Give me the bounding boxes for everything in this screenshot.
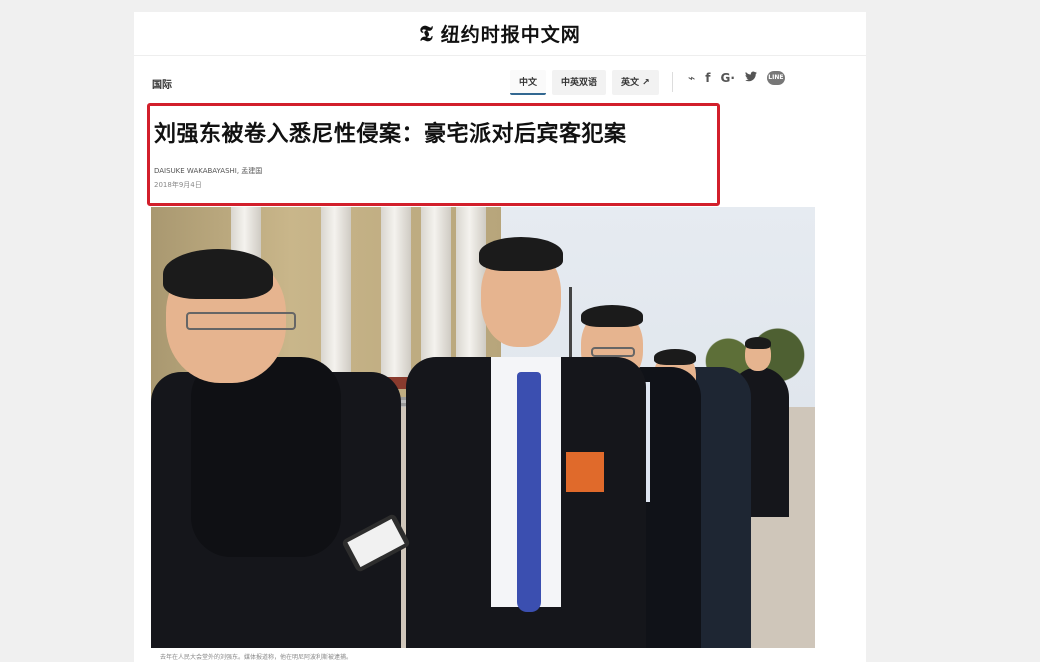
photo-column [421, 207, 451, 382]
photo-caption: 去年在人民大会堂外的刘强东。媒体报道称，他在明尼阿波利斯被逮捕。 [160, 654, 353, 661]
article-headline: 刘强东被卷入悉尼性侵案：豪宅派对后宾客犯案 [154, 122, 627, 147]
section-link[interactable]: 国际 [152, 76, 172, 91]
article-dateline: 2018年9月4日 [154, 181, 202, 189]
facebook-icon[interactable]: f [705, 71, 710, 85]
site-name[interactable]: 纽约时报中文网 [441, 20, 581, 47]
twitter-icon[interactable] [744, 71, 757, 85]
toolbar-divider [672, 72, 673, 92]
photo-column [321, 207, 351, 382]
language-tabs: 中文 中英双语 英文 ↗ [510, 70, 659, 95]
article-toolbar: 国际 中文 中英双语 英文 ↗ ⌁ f G· LINE [134, 68, 866, 98]
google-plus-icon[interactable]: G· [720, 71, 734, 85]
article-photo [151, 207, 815, 648]
tab-bilingual[interactable]: 中英双语 [552, 70, 607, 95]
article-byline[interactable]: DAISUKE WAKABAYASHI, 孟建国 [154, 166, 262, 176]
weibo-icon[interactable]: ⌁ [688, 71, 695, 85]
masthead: 𝕿 纽约时报中文网 [134, 12, 866, 56]
line-icon[interactable]: LINE [766, 71, 785, 85]
photo-lamppost [569, 287, 572, 367]
share-icons: ⌁ f G· LINE [688, 71, 785, 85]
photo-column [381, 207, 411, 382]
tab-chinese[interactable]: 中文 [510, 70, 547, 95]
tab-english[interactable]: 英文 ↗ [612, 70, 659, 95]
nyt-logo-icon[interactable]: 𝕿 [419, 21, 433, 47]
